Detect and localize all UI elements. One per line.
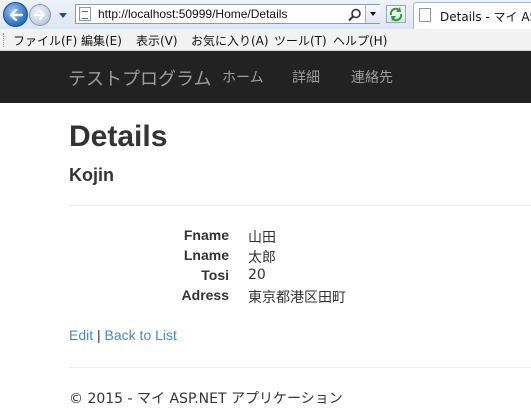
detail-label: Lname <box>183 247 229 263</box>
divider <box>69 205 531 206</box>
action-links: Edit | Back to List <box>69 327 177 343</box>
chevron-down-icon <box>59 13 67 18</box>
tab-title: Details - マイ ASP <box>440 10 531 24</box>
nav-about[interactable]: 詳細 <box>292 67 320 87</box>
detail-label: Tosi <box>201 267 229 283</box>
page-subtitle: Kojin <box>69 165 114 185</box>
search-icon[interactable] <box>347 7 363 22</box>
detail-row-adress: Adress 東京都港区田町 <box>0 287 531 307</box>
detail-value: 東京都港区田町 <box>248 290 346 306</box>
divider <box>69 367 531 368</box>
menu-file[interactable]: ファイル(F) <box>13 32 77 49</box>
detail-row-fname: Fname 山田 <box>0 227 531 247</box>
refresh-icon <box>389 7 403 22</box>
page-icon <box>419 8 431 22</box>
detail-label: Fname <box>183 227 229 243</box>
edit-link[interactable]: Edit <box>69 327 93 343</box>
detail-row-tosi: Tosi 20 <box>0 267 531 287</box>
nav-contact[interactable]: 連絡先 <box>351 67 393 87</box>
nav-home[interactable]: ホーム <box>222 67 264 87</box>
browser-address-bar: http://localhost:50999/Home/Details Deta… <box>0 0 531 29</box>
refresh-button[interactable] <box>386 5 406 23</box>
address-dropdown-button[interactable] <box>365 5 380 23</box>
back-to-list-link[interactable]: Back to List <box>105 327 177 343</box>
forward-button[interactable] <box>29 4 51 26</box>
navbar-brand[interactable]: テストプログラム <box>68 65 211 91</box>
address-url: http://localhost:50999/Home/Details <box>98 7 288 21</box>
page-icon <box>79 7 91 21</box>
link-separator: | <box>97 327 101 343</box>
address-input[interactable]: http://localhost:50999/Home/Details <box>75 4 380 24</box>
detail-label: Adress <box>181 287 229 303</box>
page-title: Details <box>69 120 168 153</box>
menu-bar: ファイル(F) 編集(E) 表示(V) お気に入り(A) ツール(T) ヘルプ(… <box>0 29 531 51</box>
menu-tools[interactable]: ツール(T) <box>274 32 327 49</box>
back-button[interactable] <box>3 2 28 27</box>
history-dropdown-button[interactable] <box>57 7 69 21</box>
chevron-down-icon <box>370 12 376 16</box>
menu-grip <box>3 33 5 47</box>
browser-tab[interactable]: Details - マイ ASP <box>413 2 531 29</box>
menu-favorites[interactable]: お気に入り(A) <box>191 32 269 49</box>
back-arrow-icon <box>9 8 23 21</box>
forward-arrow-icon <box>34 10 45 20</box>
site-navbar: テストプログラム ホーム 詳細 連絡先 <box>0 51 531 103</box>
menu-edit[interactable]: 編集(E) <box>81 32 122 49</box>
detail-row-lname: Lname 太郎 <box>0 247 531 267</box>
footer-text: © 2015 - マイ ASP.NET アプリケーション <box>69 391 343 407</box>
menu-help[interactable]: ヘルプ(H) <box>333 32 387 49</box>
detail-value: 太郎 <box>248 250 276 266</box>
menu-view[interactable]: 表示(V) <box>136 32 178 49</box>
detail-value: 山田 <box>248 230 276 246</box>
detail-value: 20 <box>248 267 266 283</box>
